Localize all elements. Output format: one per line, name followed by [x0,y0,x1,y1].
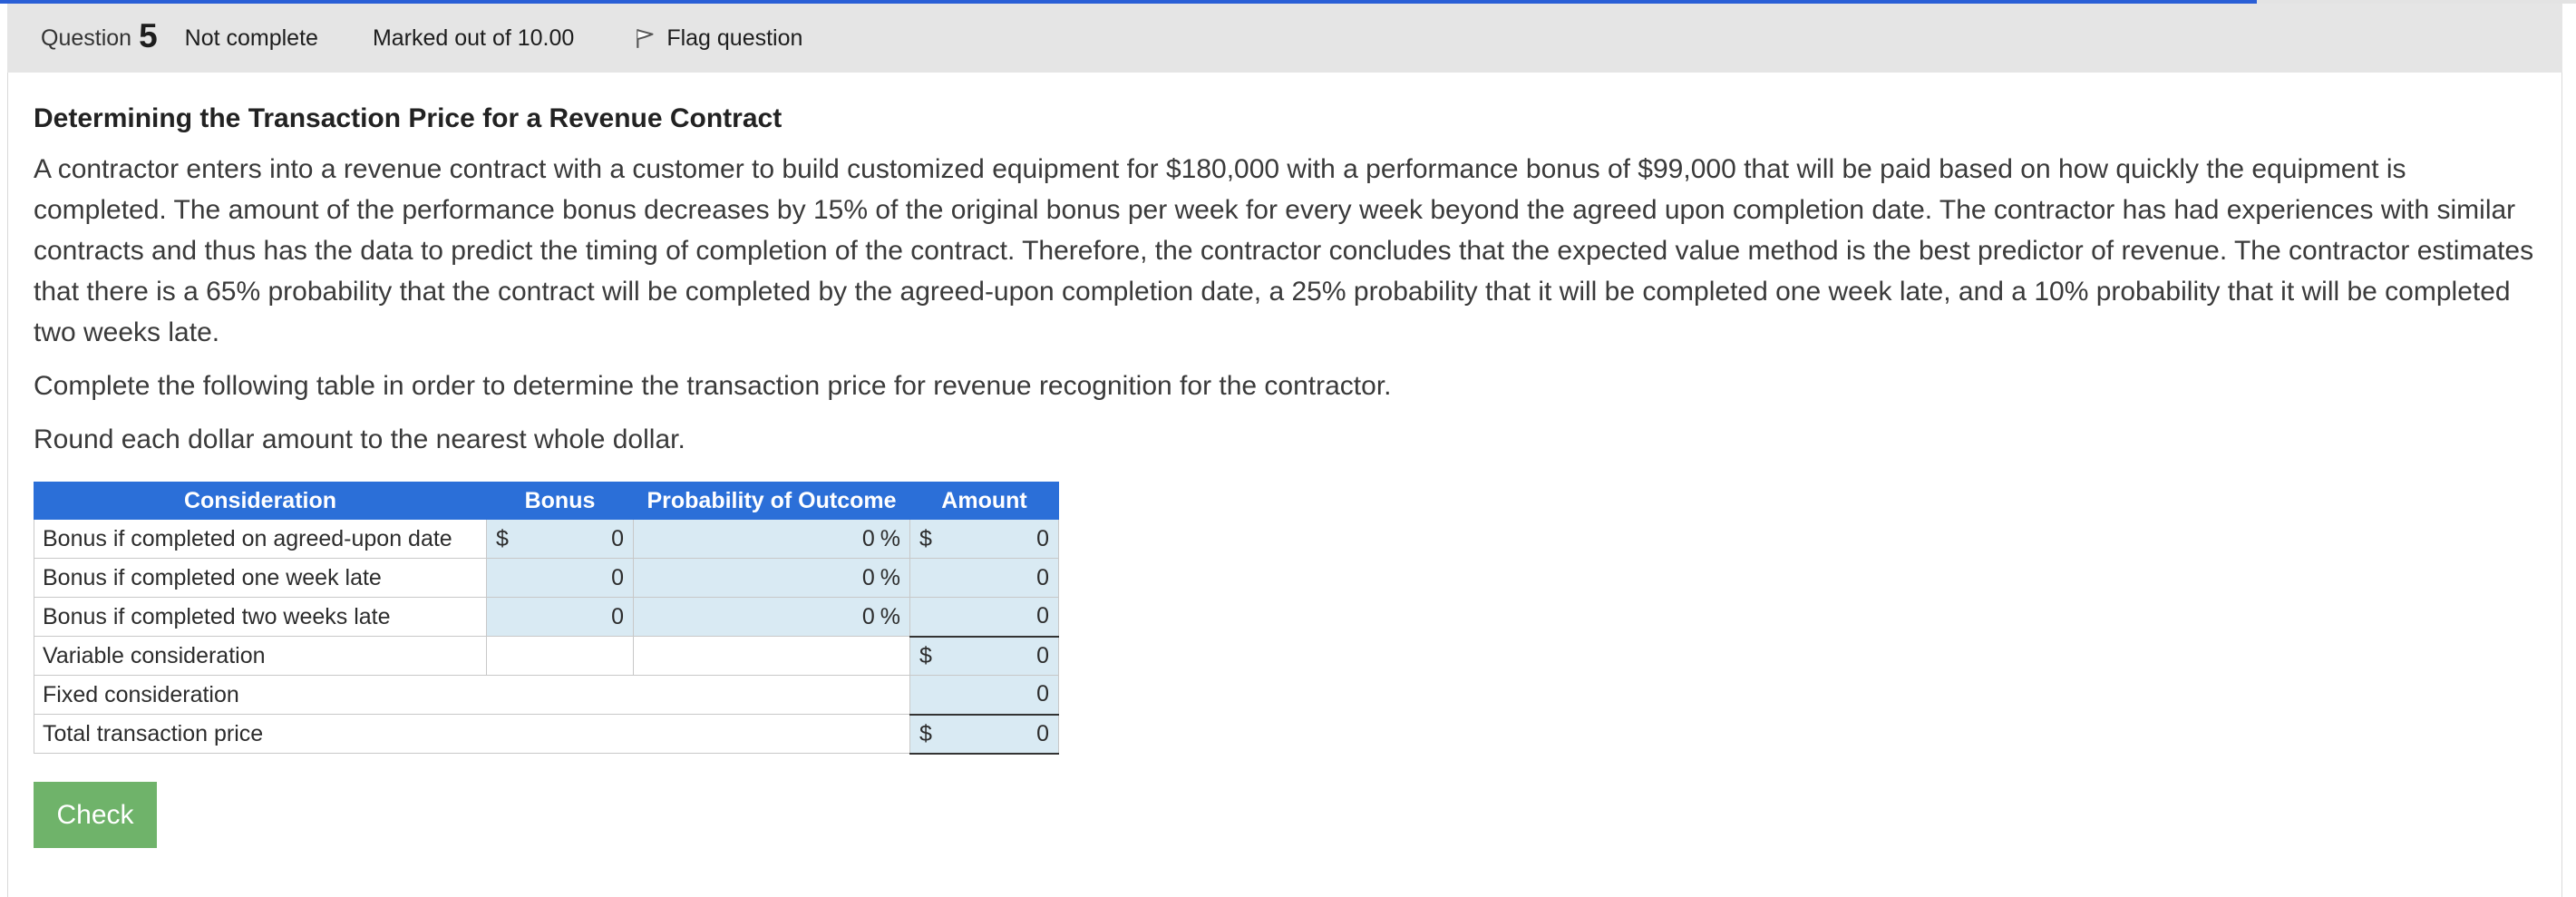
flag-icon [637,29,654,48]
probability-value: 0 [861,564,875,590]
amount-value: 0 [1036,525,1049,551]
bonus-value: 0 [611,603,624,629]
total-amount-input[interactable]: $0 [909,713,1059,755]
question-info-bar: Question 5 Not complete Marked out of 10… [7,4,2562,73]
header-consideration: Consideration [34,482,487,520]
amount-input[interactable]: $0 [909,519,1059,559]
currency-symbol: $ [919,642,932,668]
amount-value: 0 [1036,603,1049,629]
currency-symbol: $ [919,525,932,551]
fixed-amount-input[interactable]: 0 [909,675,1059,715]
question-number: 5 [139,17,158,54]
bonus-value: 0 [611,564,624,590]
completion-status: Not complete [184,24,318,51]
probability-input[interactable]: 0% [633,558,910,598]
table-row: Bonus if completed one week late 0 0% 0 [34,558,1059,598]
empty-cell [633,636,910,676]
flag-question-button[interactable]: Flag question [634,25,802,52]
flag-question-label: Flag question [666,24,803,51]
variable-consideration-row: Variable consideration $0 [34,636,1059,676]
amount-value: 0 [1036,642,1049,668]
probability-input[interactable]: 0% [633,519,910,559]
percent-symbol: % [880,603,900,629]
total-transaction-price-row: Total transaction price $0 [34,713,1059,755]
amount-value: 0 [1036,720,1049,746]
probability-input[interactable]: 0% [633,597,910,637]
header-amount: Amount [909,482,1059,520]
table-header-row: Consideration Bonus Probability of Outco… [34,482,1059,520]
amount-value: 0 [1036,564,1049,590]
question-content: Determining the Transaction Price for a … [34,100,2536,460]
currency-symbol: $ [496,525,509,551]
amount-value: 0 [1036,681,1049,707]
bonus-input[interactable]: 0 [486,558,634,598]
probability-value: 0 [861,603,875,629]
question-title: Determining the Transaction Price for a … [34,103,783,133]
rounding-text: Round each dollar amount to the nearest … [34,424,685,454]
empty-cell [486,636,634,676]
row-label: Bonus if completed on agreed-upon date [34,519,487,559]
scenario-paragraph: A contractor enters into a revenue contr… [34,154,2534,347]
transaction-price-table: Consideration Bonus Probability of Outco… [34,482,1059,755]
header-probability: Probability of Outcome [633,482,910,520]
percent-symbol: % [880,564,900,590]
table-row: Bonus if completed on agreed-upon date $… [34,519,1059,559]
amount-input[interactable]: 0 [909,558,1059,598]
bonus-input[interactable]: 0 [486,597,634,637]
marks-label: Marked out of 10.00 [372,24,575,51]
percent-symbol: % [880,525,900,551]
row-label: Total transaction price [34,714,910,754]
bonus-value: 0 [611,525,624,551]
bonus-input[interactable]: $0 [486,519,634,559]
amount-input[interactable]: 0 [909,597,1059,638]
probability-value: 0 [861,525,875,551]
variable-amount-input[interactable]: $0 [909,636,1059,676]
check-button[interactable]: Check [34,782,157,848]
row-label: Variable consideration [34,636,487,676]
table-row: Bonus if completed two weeks late 0 0% 0 [34,597,1059,638]
row-label: Fixed consideration [34,675,910,715]
fixed-consideration-row: Fixed consideration 0 [34,675,1059,715]
instruction-text: Complete the following table in order to… [34,371,1392,401]
question-label: Question [41,24,132,51]
row-label: Bonus if completed one week late [34,558,487,598]
currency-symbol: $ [919,720,932,746]
header-bonus: Bonus [486,482,634,520]
row-label: Bonus if completed two weeks late [34,597,487,637]
